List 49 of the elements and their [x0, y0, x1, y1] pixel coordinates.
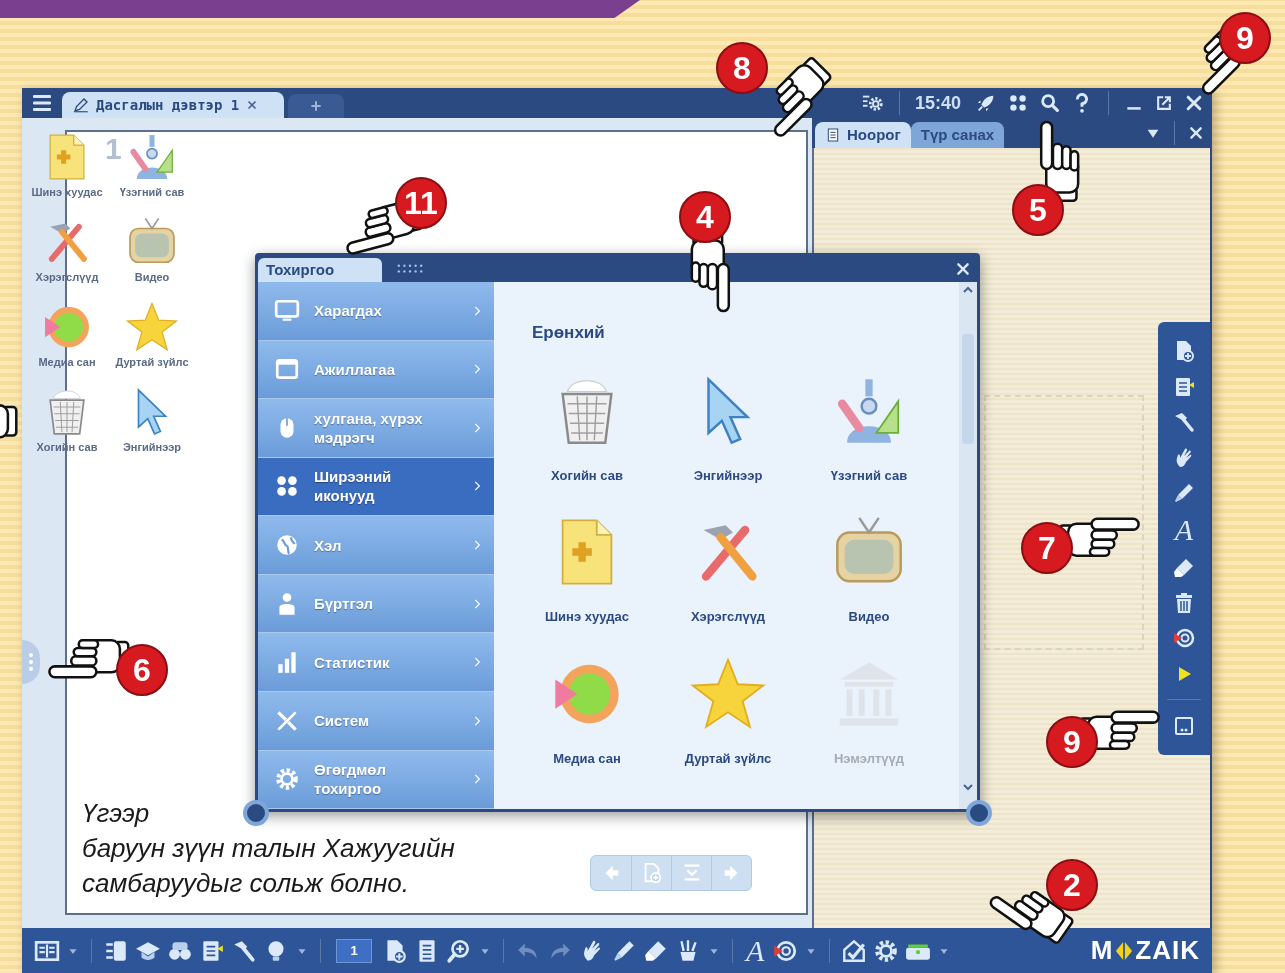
icon-option[interactable]: Хэрэгслүүд [673, 513, 783, 627]
dialog-tab[interactable]: Тохиргоо [258, 258, 382, 282]
caption-line: баруун зүүн талын Хажуугийн [82, 832, 455, 865]
side-handle[interactable] [22, 640, 40, 684]
close-icon[interactable] [1188, 125, 1204, 141]
icon-option[interactable]: Энгийнээр [673, 371, 783, 485]
pop-out-icon[interactable] [1154, 93, 1174, 113]
desktop-shortcut[interactable]: Дуртай зүйлс [115, 300, 189, 373]
settings-icon[interactable] [873, 937, 900, 964]
section-title: Ерөнхий [532, 322, 606, 344]
page-number-field[interactable]: 1 [336, 938, 372, 963]
page-number: 1 [105, 134, 122, 164]
close-icon[interactable] [1184, 93, 1204, 113]
monitor-icon [274, 297, 300, 324]
document-tab[interactable]: Дасгалын дэвтэр 1 [62, 92, 284, 118]
new-tab-button[interactable] [288, 94, 344, 118]
callout-number: 8 [716, 42, 768, 94]
four-dots-icon[interactable] [1007, 92, 1029, 114]
icon-option[interactable]: Видео [814, 513, 924, 627]
tab-title: Дасгалын дэвтэр 1 [96, 95, 240, 115]
zoom-in-icon[interactable] [446, 937, 472, 964]
house-check-icon[interactable] [841, 937, 868, 964]
logo-text: ZAIK [1135, 934, 1200, 967]
pencil-icon [72, 96, 90, 114]
callout-number: 9 [1219, 12, 1271, 64]
search-icon[interactable] [1039, 92, 1061, 114]
icon-option[interactable]: Медиа сан [532, 654, 642, 768]
star-icon [125, 300, 179, 354]
dot-grip-icon[interactable] [396, 263, 424, 275]
logo-text: M [1090, 934, 1114, 967]
gear-icon [274, 766, 300, 793]
text-tool-button[interactable]: A [744, 936, 767, 965]
logo-diamond-icon [1115, 939, 1134, 962]
panel-tab[interactable]: Ноорог [815, 122, 911, 148]
icon-option[interactable]: Дуртай зүйлс [673, 654, 783, 768]
caption-line: Үгээр [82, 797, 150, 830]
desktop-shortcut[interactable]: Энгийнээр [122, 385, 182, 458]
desktop-shortcut[interactable]: Видео [125, 215, 179, 288]
plus-icon [308, 98, 324, 114]
panel-tab[interactable]: Түр санах [910, 122, 1005, 148]
clock-time: 15:40 [914, 91, 961, 115]
icon-option[interactable]: Шинэ хуудас [532, 513, 642, 627]
caption-line: самбаруудыг сольж болно. [82, 867, 410, 900]
settings-menu-item[interactable]: Ширээний иконууд [258, 457, 494, 517]
icon-option[interactable]: Хогийн сав [532, 371, 642, 485]
document-icon [825, 127, 841, 143]
icon-option[interactable]: Үзэгний сав [814, 371, 924, 485]
text-tool-button[interactable]: A [1172, 516, 1196, 545]
close-icon[interactable] [955, 261, 971, 277]
